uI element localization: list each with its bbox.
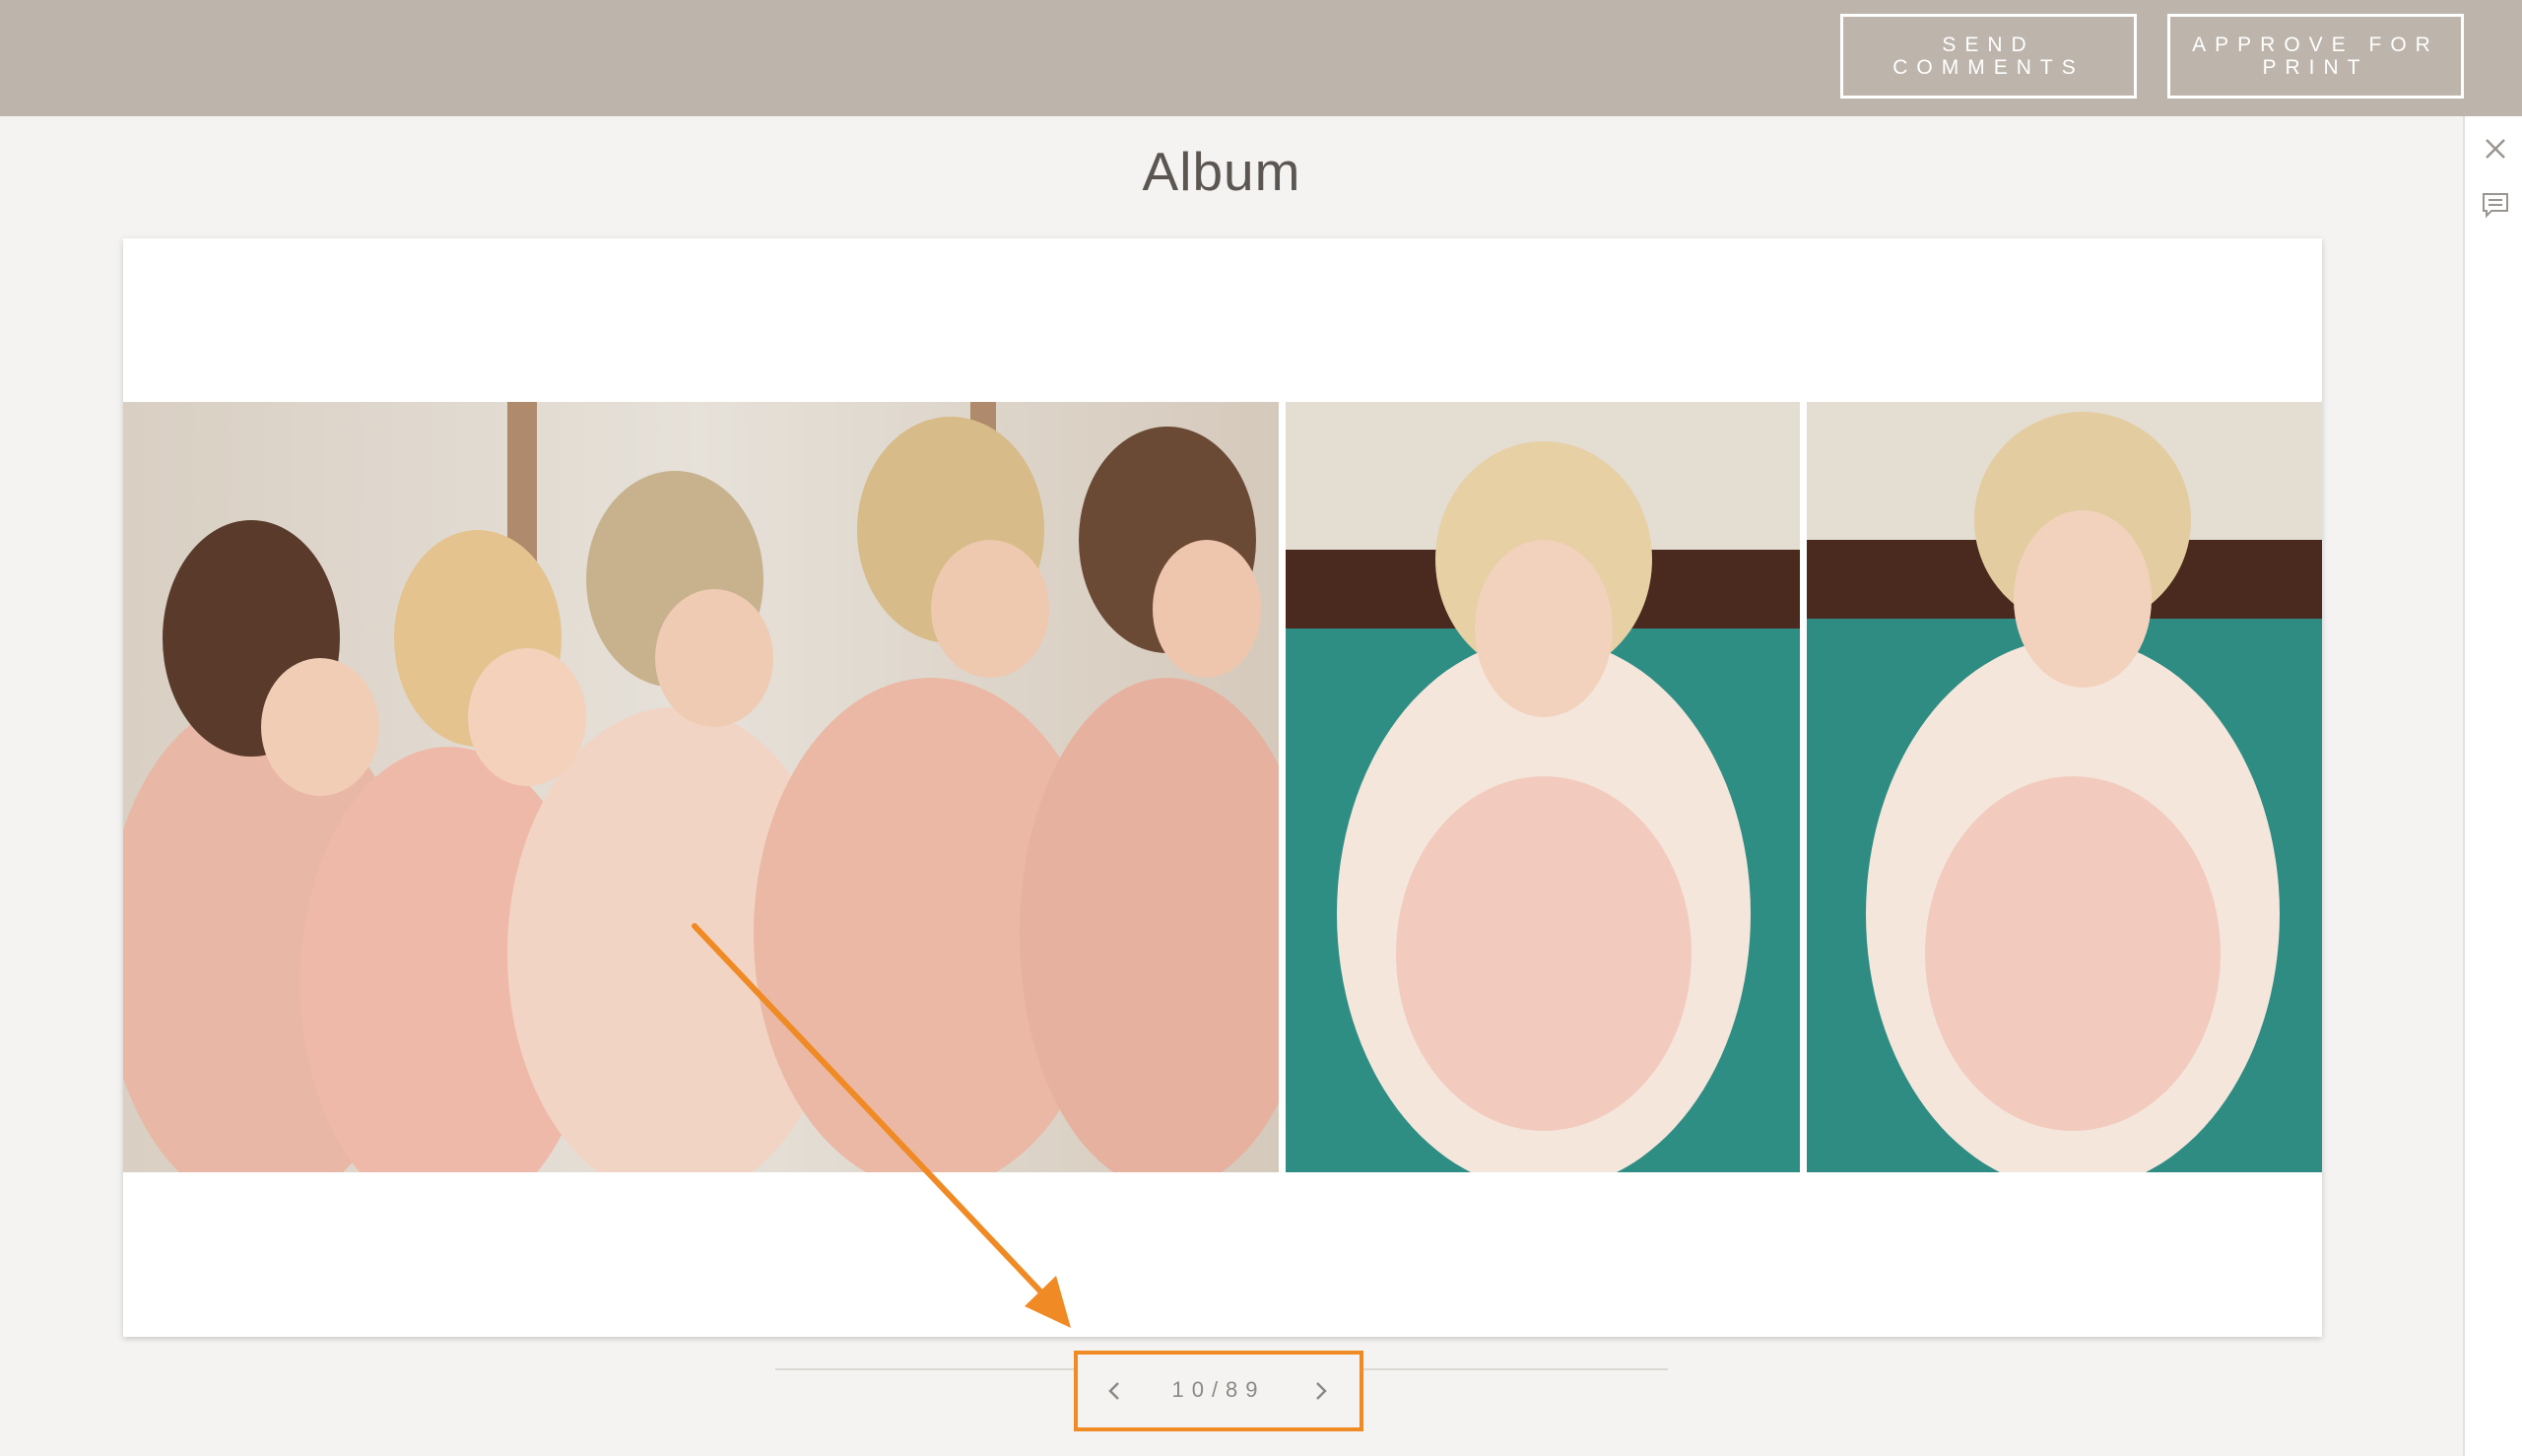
album-spread [123, 238, 2322, 1337]
approve-label-line2: PRINT [2262, 56, 2369, 79]
page-navigator: 10/89 [1074, 1351, 1363, 1431]
page-title: Album [1142, 141, 1301, 202]
album-photo-bridesmaids [123, 402, 1279, 1172]
chevron-right-icon[interactable] [1306, 1376, 1336, 1406]
album-photo-bride-portrait-1 [1286, 402, 1800, 1172]
top-toolbar: SEND COMMENTS APPROVE FOR PRINT [0, 0, 2522, 116]
comment-icon[interactable] [2481, 190, 2510, 220]
right-sidebar [2463, 116, 2522, 1456]
chevron-left-icon[interactable] [1099, 1376, 1129, 1406]
album-photo-bride-portrait-2 [1807, 402, 2322, 1172]
approve-for-print-button[interactable]: APPROVE FOR PRINT [2167, 14, 2464, 99]
send-comments-label-line2: COMMENTS [1892, 56, 2085, 79]
send-comments-label-line1: SEND [1942, 33, 2035, 56]
approve-label-line1: APPROVE FOR [2192, 33, 2439, 56]
send-comments-button[interactable]: SEND COMMENTS [1840, 14, 2137, 99]
page-counter: 10/89 [1171, 1377, 1266, 1402]
close-icon[interactable] [2481, 134, 2510, 164]
